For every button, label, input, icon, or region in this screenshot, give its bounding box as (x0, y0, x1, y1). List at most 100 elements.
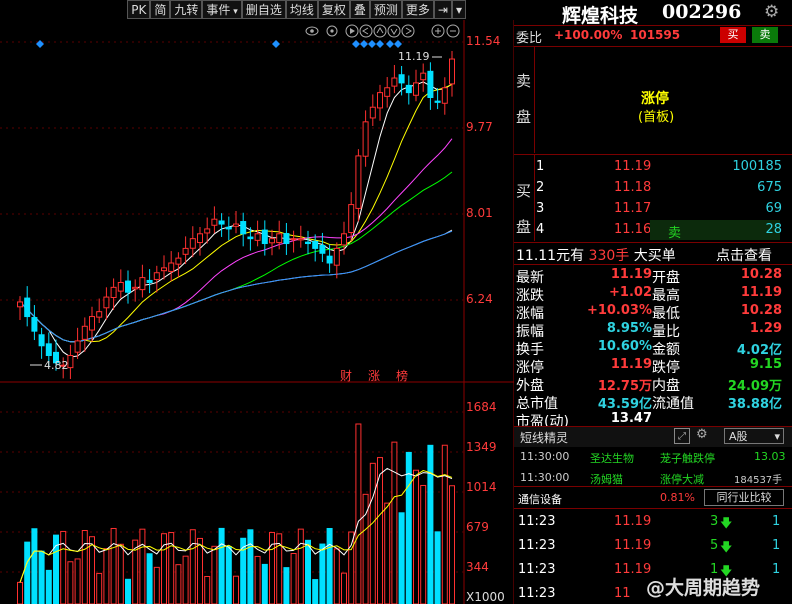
zoom-out-icon[interactable] (446, 24, 460, 38)
eye-icon[interactable] (305, 26, 319, 36)
remove-favorite-button[interactable]: 删自选 (241, 0, 286, 19)
alert-event: 茏子触跌停 (660, 452, 715, 465)
price-axis-label-3: 8.01 (466, 206, 493, 220)
candle-body (225, 226, 232, 230)
more-button[interactable]: 更多 (401, 0, 434, 19)
watermark: @大周期趋势 (646, 577, 761, 599)
next-icon[interactable] (401, 24, 415, 38)
volume-bar (326, 527, 333, 604)
candle-body (333, 247, 340, 266)
market-select[interactable]: A股 ▾ (724, 428, 784, 444)
stat-label: 振幅 (516, 324, 544, 340)
nine-turn-button[interactable]: 九转 (170, 0, 203, 19)
simple-button[interactable]: 简 (150, 0, 171, 19)
sell-button[interactable]: 卖 (752, 27, 778, 43)
expand-icon[interactable]: ⤢ (674, 428, 690, 444)
volume-bar (103, 548, 110, 604)
alert-stock[interactable]: 汤姆猫 (590, 471, 623, 487)
forecast-button[interactable]: 预测 (369, 0, 402, 19)
stat-label: 流通值 (652, 396, 694, 412)
tick-count: 1 (772, 514, 781, 529)
view-details-link[interactable]: 点击查看 (716, 245, 772, 265)
moving-average-button[interactable]: 均线 (285, 0, 318, 19)
volume-bar (434, 531, 441, 604)
candle-body (247, 236, 254, 240)
price-axis-label-2: 9.77 (466, 120, 493, 134)
candle-body (326, 255, 333, 264)
candle-body (384, 87, 391, 97)
stat-value: 10.60% (597, 339, 652, 354)
stat-label: 最低 (652, 306, 680, 322)
volume-bar (211, 545, 218, 604)
candle-body (276, 233, 283, 244)
bid-row-2[interactable]: 2 11.18 675 (514, 178, 792, 198)
price-axis-label-1: 11.54 (466, 34, 501, 48)
candle-body (139, 277, 146, 291)
pk-button[interactable]: PK (127, 0, 151, 19)
stat-value: +1.02 (609, 285, 652, 300)
play-icon[interactable] (345, 24, 359, 38)
bid-index: 2 (536, 180, 545, 195)
settings-icon[interactable] (326, 25, 338, 37)
volume-bar (269, 531, 275, 604)
up-icon[interactable] (373, 24, 387, 38)
candle-body (312, 240, 319, 249)
tick-count: 1 (772, 538, 781, 553)
candle-body (348, 204, 355, 233)
event-dropdown[interactable]: 事件 (202, 0, 242, 19)
volume-bar (391, 441, 398, 604)
event-marker-icon (272, 40, 280, 48)
candle-body (377, 92, 383, 109)
volume-bar (146, 553, 153, 604)
candle-body (110, 286, 117, 299)
bid-row-3[interactable]: 3 11.17 69 (514, 199, 792, 219)
volume-bar (204, 575, 211, 604)
prev-icon[interactable] (359, 24, 373, 38)
candle-body (45, 343, 52, 356)
chevron-down-icon[interactable]: ▾ (451, 0, 466, 19)
volume-bar (233, 575, 239, 604)
low-price-label: 4.82 (44, 359, 69, 372)
candle-body (427, 70, 434, 98)
limit-up-title: 涨停 (641, 91, 669, 107)
bid-volume: 28 (765, 222, 782, 237)
bid-row-1[interactable]: 1 11.19 100185 (514, 157, 792, 177)
volume-bar (45, 569, 52, 604)
arrow-down-icon: 🡇 (720, 540, 733, 554)
tick-time: 11:23 (518, 586, 556, 601)
volume-bar (197, 537, 203, 604)
buy-button[interactable]: 买 (720, 27, 746, 43)
down-icon[interactable] (387, 24, 401, 38)
quote-panel: 辉煌科技 002296 ⚙ 委比 +100.00% 101595 买 卖 卖 盘… (514, 0, 792, 604)
candle-body (305, 241, 311, 245)
tick-time: 11:23 (518, 562, 556, 577)
kline-chart[interactable]: 11.19 4.82 财 涨 榜 (0, 20, 514, 604)
volume-bar (96, 572, 103, 604)
adjust-button[interactable]: 复权 (317, 0, 350, 19)
overlay-button[interactable]: 叠 (349, 0, 370, 19)
volume-bar (189, 529, 196, 604)
volume-bar (31, 528, 38, 604)
volume-axis-label-3: 1014 (466, 480, 497, 494)
zoom-in-icon[interactable] (431, 24, 445, 38)
candle-body (218, 220, 225, 225)
alert-time: 11:30:00 (520, 450, 570, 463)
gear-icon[interactable]: ⚙ (764, 2, 779, 22)
high-price-label: 11.19 (398, 50, 430, 63)
sell-side-label-top: 卖 (516, 72, 532, 90)
big-order-info: 11.11元有 330手 大买单 (516, 248, 676, 264)
bid-row-4[interactable]: 4 11.16 卖 28 (514, 220, 792, 241)
gear-icon[interactable]: ⚙ (696, 427, 708, 442)
stat-label: 涨幅 (516, 306, 544, 322)
stat-value: 11.19 (610, 357, 652, 372)
tick-price: 11.19 (614, 538, 652, 553)
alert-stock[interactable]: 圣达生物 (590, 450, 634, 466)
candle-body (261, 229, 268, 245)
volume-bar (297, 528, 304, 604)
candle-body (398, 74, 405, 84)
industry-compare-button[interactable]: 同行业比较 (704, 489, 784, 506)
alert-extra: 13.03 (754, 450, 786, 463)
event-tag: 涨 (368, 368, 380, 383)
candle-body (369, 106, 376, 119)
fullscreen-icon[interactable]: ⇥ (433, 0, 452, 19)
